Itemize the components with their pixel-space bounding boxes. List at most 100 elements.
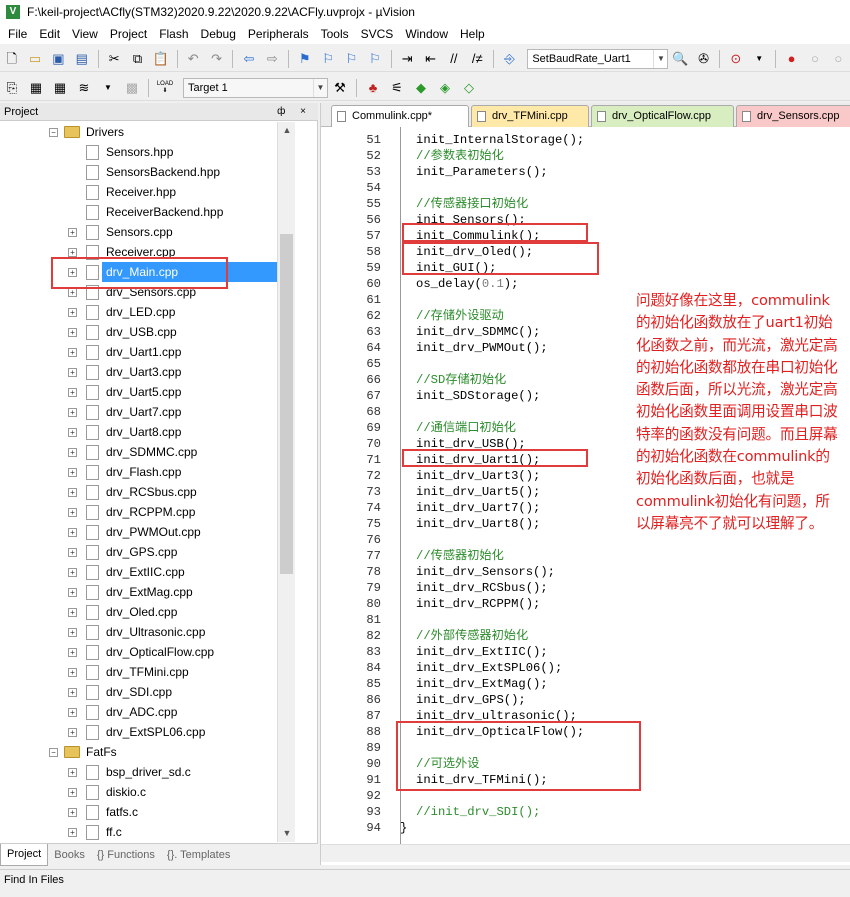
breakpoint-disabled-icon[interactable]: ○ bbox=[806, 50, 823, 68]
tree-file[interactable]: + drv_Uart8.cpp bbox=[0, 422, 296, 442]
tree-file[interactable]: + drv_Ultrasonic.cpp bbox=[0, 622, 296, 642]
expand-icon[interactable]: + bbox=[68, 348, 77, 357]
tree-file[interactable]: + drv_ExtMag.cpp bbox=[0, 582, 296, 602]
find-in-files-icon[interactable]: ⎆ bbox=[501, 50, 518, 68]
nav-forward-icon[interactable]: ⇨ bbox=[264, 50, 281, 68]
clear-bookmarks-icon[interactable]: ⚐ bbox=[366, 50, 383, 68]
tree-file[interactable]: + drv_GPS.cpp bbox=[0, 542, 296, 562]
next-bookmark-icon[interactable]: ⚐ bbox=[343, 50, 360, 68]
nav-back-icon[interactable]: ⇦ bbox=[240, 50, 257, 68]
scrollbar-thumb[interactable] bbox=[280, 234, 293, 574]
tree-file[interactable]: + drv_OpticalFlow.cpp bbox=[0, 642, 296, 662]
tree-file[interactable]: + drv_ExtIIC.cpp bbox=[0, 562, 296, 582]
tab-books[interactable]: Books bbox=[48, 844, 91, 866]
chevron-down-icon[interactable]: ▼ bbox=[653, 49, 667, 68]
menu-project[interactable]: Project bbox=[104, 24, 153, 44]
expand-icon[interactable]: + bbox=[68, 308, 77, 317]
breakpoint-kill-icon[interactable]: ○ bbox=[830, 50, 847, 68]
menu-edit[interactable]: Edit bbox=[33, 24, 66, 44]
new-file-icon[interactable]: 🗋 bbox=[3, 50, 20, 68]
tree-file[interactable]: + drv_LED.cpp bbox=[0, 302, 296, 322]
indent-icon[interactable]: ⇥ bbox=[398, 50, 415, 68]
expand-icon[interactable]: + bbox=[68, 828, 77, 837]
expand-icon[interactable]: + bbox=[68, 508, 77, 517]
chevron-down-icon[interactable]: ▼ bbox=[313, 78, 327, 97]
expand-icon[interactable]: + bbox=[68, 688, 77, 697]
expand-icon[interactable]: + bbox=[68, 588, 77, 597]
tree-file[interactable]: SensorsBackend.hpp bbox=[0, 162, 296, 182]
expand-icon[interactable]: + bbox=[68, 328, 77, 337]
editor-tab[interactable]: Commulink.cpp* bbox=[331, 105, 469, 128]
tree-file[interactable]: + drv_Uart5.cpp bbox=[0, 382, 296, 402]
expand-icon[interactable]: + bbox=[68, 568, 77, 577]
tree-file[interactable]: + ff.c bbox=[0, 822, 296, 842]
expand-icon[interactable]: + bbox=[68, 468, 77, 477]
build-icon[interactable]: ▦ bbox=[27, 79, 45, 97]
editor-tab[interactable]: drv_OpticalFlow.cpp bbox=[591, 105, 734, 127]
expand-icon[interactable]: + bbox=[68, 708, 77, 717]
menu-window[interactable]: Window bbox=[399, 24, 454, 44]
tree-file[interactable]: + drv_Flash.cpp bbox=[0, 462, 296, 482]
menu-view[interactable]: View bbox=[66, 24, 104, 44]
tree-file[interactable]: + drv_SDMMC.cpp bbox=[0, 442, 296, 462]
breakpoint-icon[interactable]: ● bbox=[783, 50, 800, 68]
expand-icon[interactable]: + bbox=[68, 628, 77, 637]
undo-icon[interactable]: ↶ bbox=[185, 50, 202, 68]
tab-templates[interactable]: {}. Templates bbox=[161, 844, 236, 866]
scroll-down-arrow-icon[interactable]: ▼ bbox=[278, 825, 296, 842]
dropdown-arrow-icon[interactable]: ▼ bbox=[751, 50, 768, 68]
pack-installer-icon[interactable]: ◇ bbox=[460, 79, 478, 97]
tree-file[interactable]: ReceiverBackend.hpp bbox=[0, 202, 296, 222]
expand-icon[interactable]: + bbox=[68, 368, 77, 377]
expand-icon[interactable]: + bbox=[68, 248, 77, 257]
menu-tools[interactable]: Tools bbox=[315, 24, 355, 44]
menu-peripherals[interactable]: Peripherals bbox=[242, 24, 315, 44]
project-tree-scrollbar[interactable]: ▲ ▼ bbox=[277, 122, 295, 842]
tree-file[interactable]: + drv_TFMini.cpp bbox=[0, 662, 296, 682]
paste-icon[interactable]: 📋 bbox=[152, 50, 169, 68]
editor-tab[interactable]: drv_TFMini.cpp bbox=[471, 105, 589, 127]
expand-icon[interactable]: + bbox=[68, 768, 77, 777]
tab-functions[interactable]: {} Functions bbox=[91, 844, 161, 866]
expand-icon[interactable]: + bbox=[68, 528, 77, 537]
find-combo[interactable]: SetBaudRate_Uart1 ▼ bbox=[527, 48, 669, 69]
panel-pin-close-buttons[interactable]: ф × bbox=[277, 103, 312, 121]
batch-build-icon[interactable]: ≋ bbox=[75, 79, 93, 97]
tree-folder[interactable]: − FatFs bbox=[0, 742, 296, 762]
editor-tab[interactable]: drv_Sensors.cpp bbox=[736, 105, 850, 127]
tree-file[interactable]: Sensors.hpp bbox=[0, 142, 296, 162]
file-extensions-icon[interactable]: ⚟ bbox=[388, 79, 406, 97]
tree-file[interactable]: + drv_PWMOut.cpp bbox=[0, 522, 296, 542]
rebuild-icon[interactable]: ▦ bbox=[51, 79, 69, 97]
target-options-icon[interactable]: ⚒ bbox=[331, 79, 349, 97]
manage-run-time-env-icon[interactable]: ◆ bbox=[412, 79, 430, 97]
expand-icon[interactable]: + bbox=[68, 448, 77, 457]
expand-icon[interactable]: + bbox=[68, 488, 77, 497]
tab-project[interactable]: Project bbox=[0, 843, 49, 866]
tree-file[interactable]: + Sensors.cpp bbox=[0, 222, 296, 242]
expand-icon[interactable]: + bbox=[68, 788, 77, 797]
expand-icon[interactable]: + bbox=[68, 608, 77, 617]
expand-icon[interactable]: + bbox=[68, 808, 77, 817]
save-all-icon[interactable]: ▤ bbox=[73, 50, 90, 68]
expand-icon[interactable]: + bbox=[68, 388, 77, 397]
tree-file[interactable]: + diskio.c bbox=[0, 782, 296, 802]
expand-icon[interactable]: + bbox=[68, 428, 77, 437]
dropdown-arrow-icon[interactable]: ▼ bbox=[99, 79, 117, 97]
select-software-packs-icon[interactable]: ◈ bbox=[436, 79, 454, 97]
collapse-icon[interactable]: − bbox=[49, 128, 58, 137]
unindent-icon[interactable]: ⇤ bbox=[422, 50, 439, 68]
expand-icon[interactable]: + bbox=[68, 648, 77, 657]
menu-svcs[interactable]: SVCS bbox=[355, 24, 400, 44]
tree-file[interactable]: + drv_Oled.cpp bbox=[0, 602, 296, 622]
expand-icon[interactable]: + bbox=[68, 728, 77, 737]
tree-file[interactable]: + drv_Uart7.cpp bbox=[0, 402, 296, 422]
comment-icon[interactable]: // bbox=[445, 50, 462, 68]
menu-file[interactable]: File bbox=[0, 24, 33, 44]
find-icon[interactable]: 🔍 bbox=[671, 50, 688, 68]
tree-file[interactable]: + drv_SDI.cpp bbox=[0, 682, 296, 702]
bookmark-icon[interactable]: ⚑ bbox=[296, 50, 313, 68]
scroll-up-arrow-icon[interactable]: ▲ bbox=[278, 122, 296, 139]
copy-icon[interactable]: ⧉ bbox=[129, 50, 146, 68]
prev-bookmark-icon[interactable]: ⚐ bbox=[319, 50, 336, 68]
